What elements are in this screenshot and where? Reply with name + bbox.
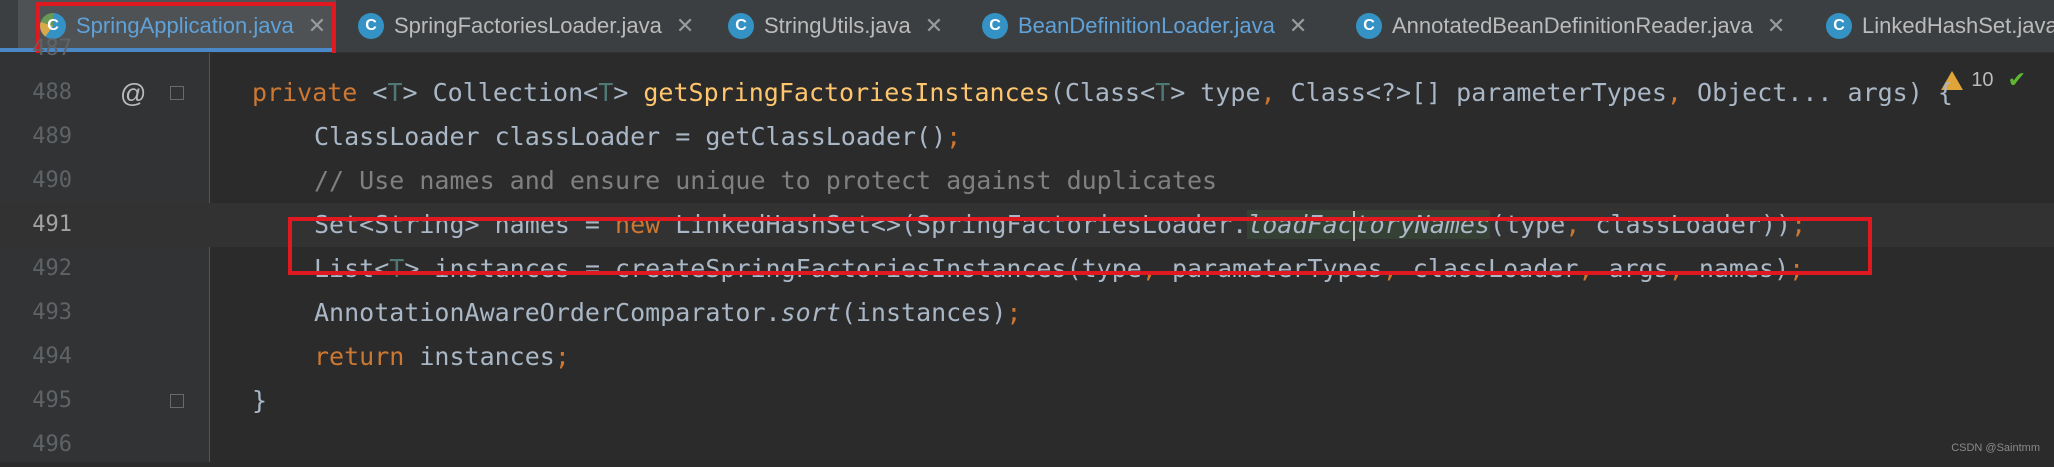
code-line: 488 @ private <T> Collection<T> getSprin…: [0, 71, 2054, 115]
code-line: 487: [0, 27, 2054, 71]
code-text: private <T> Collection<T> getSpringFacto…: [252, 78, 1953, 107]
code-line-current: 491 Set<String> names = new LinkedHashSe…: [0, 203, 2054, 247]
line-number: 495: [32, 388, 72, 413]
line-number: 492: [32, 256, 72, 281]
override-marker-icon[interactable]: @: [120, 71, 146, 115]
code-text: Set<String> names = new LinkedHashSet<>(…: [314, 210, 1807, 241]
code-line: 495 }: [0, 379, 2054, 423]
line-number: 487: [32, 36, 72, 61]
line-number: 491: [32, 212, 72, 237]
code-text: List<T> instances = createSpringFactorie…: [314, 254, 1805, 283]
code-text: AnnotationAwareOrderComparator.sort(inst…: [314, 298, 1022, 327]
fold-icon[interactable]: [170, 86, 184, 100]
code-text: ClassLoader classLoader = getClassLoader…: [314, 122, 962, 151]
code-line: 496: [0, 423, 2054, 467]
code-line: 492 List<T> instances = createSpringFact…: [0, 247, 2054, 291]
code-line: 494 return instances;: [0, 335, 2054, 379]
code-line: 490 // Use names and ensure unique to pr…: [0, 159, 2054, 203]
code-line: 493 AnnotationAwareOrderComparator.sort(…: [0, 291, 2054, 335]
line-number: 490: [32, 168, 72, 193]
code-comment: // Use names and ensure unique to protec…: [314, 166, 1218, 195]
line-number: 493: [32, 300, 72, 325]
fold-icon[interactable]: [170, 394, 184, 408]
watermark: CSDN @Saintmm: [1951, 442, 2040, 454]
code-text: }: [252, 386, 268, 415]
code-editor[interactable]: 10 ✔ 487 488 @ private <T> Collection<T>…: [0, 36, 2054, 462]
line-number: 488: [32, 80, 72, 105]
line-number: 494: [32, 344, 72, 369]
line-number: 496: [32, 432, 72, 457]
code-text: return instances;: [314, 342, 570, 371]
line-number: 489: [32, 124, 72, 149]
code-line: 489 ClassLoader classLoader = getClassLo…: [0, 115, 2054, 159]
